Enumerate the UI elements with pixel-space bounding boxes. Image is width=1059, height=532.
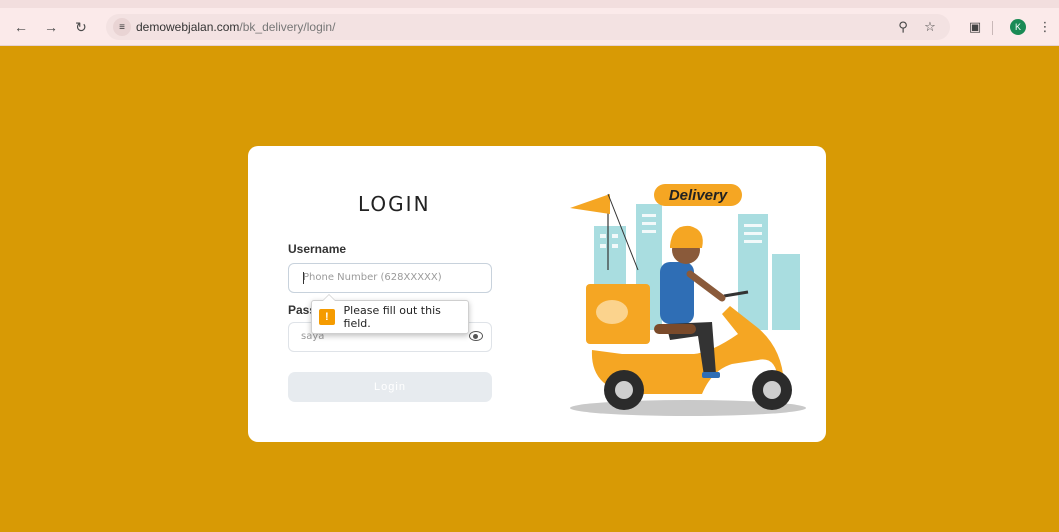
username-placeholder: Phone Number (628XXXXX) xyxy=(303,272,442,283)
validation-message: Please fill out this field. xyxy=(343,304,441,330)
back-icon[interactable]: ← xyxy=(12,18,30,36)
delivery-illustration: Delivery xyxy=(570,184,806,416)
text-caret xyxy=(303,272,304,284)
star-icon[interactable]: ☆ xyxy=(921,18,939,36)
url-text[interactable]: demowebjalan.com/bk_delivery/login/ xyxy=(136,20,335,34)
tab-strip xyxy=(0,0,1059,8)
profile-avatar[interactable]: K xyxy=(1010,19,1026,35)
puzzle-icon[interactable]: ▣ xyxy=(966,18,984,36)
toolbar-divider xyxy=(992,21,993,35)
reload-icon[interactable]: ↻ xyxy=(72,18,90,36)
address-bar[interactable]: ≡ demowebjalan.com/bk_delivery/login/ xyxy=(106,14,950,40)
validation-tooltip: ! Please fill out this field. xyxy=(311,294,469,334)
delivery-badge-text: Delivery xyxy=(669,187,728,204)
url-path: /bk_delivery/login/ xyxy=(239,20,336,34)
url-domain: demowebjalan.com xyxy=(136,20,240,34)
browser-toolbar: ← → ↻ ≡ demowebjalan.com/bk_delivery/log… xyxy=(0,8,1059,46)
username-label: Username xyxy=(288,242,347,256)
kebab-menu-icon[interactable]: ⋮ xyxy=(1036,18,1054,36)
eye-icon[interactable] xyxy=(469,331,483,341)
login-title: LOGIN xyxy=(358,192,431,216)
site-info-icon[interactable]: ≡ xyxy=(113,18,131,36)
login-card: LOGIN Username Phone Number (628XXXXX) P… xyxy=(248,146,826,442)
login-button[interactable]: Login xyxy=(288,372,492,402)
rider-helmet xyxy=(670,225,703,248)
forward-icon[interactable]: → xyxy=(42,18,60,36)
warning-icon: ! xyxy=(319,309,335,325)
key-icon[interactable]: ⚲ xyxy=(894,18,912,36)
flag xyxy=(570,194,610,214)
username-input[interactable]: Phone Number (628XXXXX) xyxy=(288,263,492,293)
